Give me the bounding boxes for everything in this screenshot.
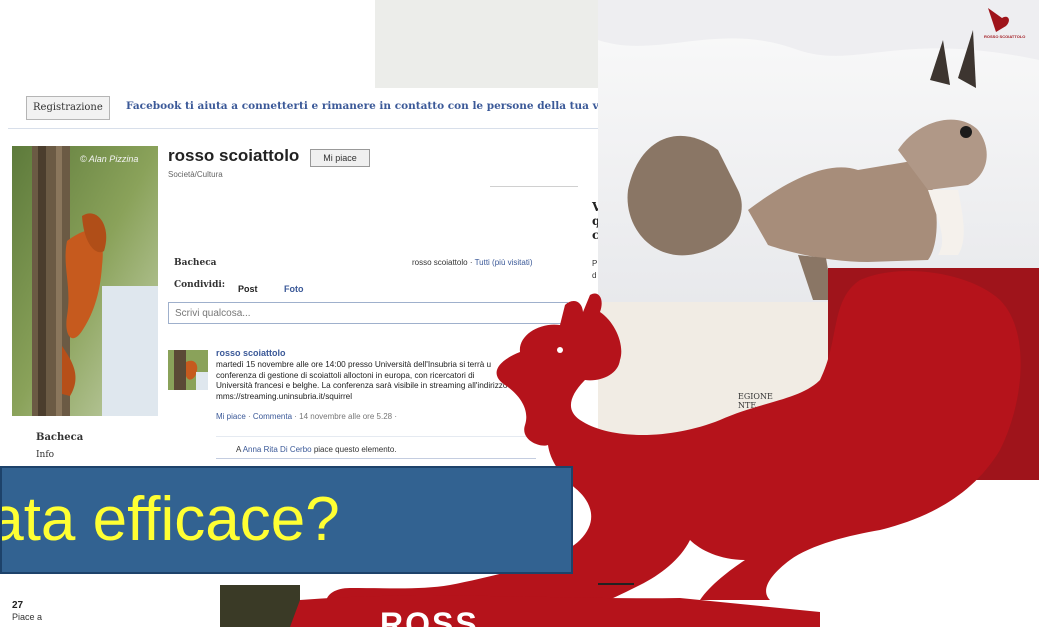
poster-regione-logo: EGIONE NTE (738, 392, 773, 410)
right-text-line1: P (592, 259, 598, 268)
post-author-avatar[interactable] (168, 350, 208, 390)
post-actions: Mi piace · Commenta · 14 novembre alle o… (216, 412, 397, 421)
divider (216, 458, 536, 459)
profile-photo[interactable] (12, 146, 158, 416)
poster-red-box (828, 268, 1039, 480)
page-category: Società/Cultura (168, 170, 223, 179)
poster-logo-text: ROSSO SCOIATTOLO (984, 34, 1026, 39)
divider (490, 186, 578, 187)
likes-label: Piace a (12, 612, 43, 622)
photo-thumbnail (220, 585, 300, 627)
filter-page-name: rosso scoiattolo (412, 258, 468, 267)
poster-subtitle-2: ndamentale da dife (866, 392, 935, 401)
post-comment-link[interactable]: Commenta (253, 412, 292, 421)
wall-filter: rosso scoiattolo · Tutti (più visitati) (412, 258, 533, 267)
title-banner: tata efficace? (0, 466, 573, 574)
share-label: Condividi: (174, 280, 226, 290)
poster-subtitle-1: la biodiv (866, 380, 896, 389)
post-text: martedì 15 novembre alle ore 14:00 press… (216, 360, 508, 401)
ribbon-text: ROSS (380, 606, 479, 642)
post-date: 14 novembre alle ore 5.28 (299, 412, 393, 421)
likes-prefix: A (236, 445, 243, 454)
page-title[interactable]: rosso scoiattolo (168, 146, 299, 166)
photo-credit: © Alan Pizzina (80, 154, 139, 164)
facebook-tagline: Facebook ti aiuta a connetterti e rimane… (126, 100, 619, 112)
liker-link[interactable]: Anna Rita Di Cerbo (243, 445, 312, 454)
sidebar-item-info[interactable]: Info (36, 450, 54, 460)
banner-title: tata efficace? (0, 485, 340, 554)
right-column-text: Pd (592, 258, 597, 282)
likes-count: 27 (12, 600, 24, 611)
squirrel-poster: L R la biodiv ndamentale da dife salvagu… (598, 0, 1039, 480)
tab-post[interactable]: Post (238, 284, 258, 294)
likes-summary: A Anna Rita Di Cerbo piace questo elemen… (236, 445, 397, 454)
sidebar-item-wall[interactable]: Bacheca (36, 432, 83, 443)
right-text-line2: d (592, 271, 597, 280)
post-like-link[interactable]: Mi piace (216, 412, 246, 421)
divider (598, 583, 634, 585)
header-gray-area (375, 0, 605, 88)
like-page-button[interactable]: Mi piace (310, 149, 370, 167)
likes-suffix: piace questo elemento. (311, 445, 397, 454)
tab-photo[interactable]: Foto (284, 284, 304, 294)
register-button[interactable]: Registrazione (26, 96, 110, 120)
write-something-input[interactable]: Scrivi qualcosa... (168, 302, 568, 324)
filter-all-link[interactable]: Tutti (più visitati) (475, 258, 533, 267)
wall-heading: Bacheca (174, 258, 217, 268)
filter-separator: · (467, 258, 475, 267)
post-author[interactable]: rosso scoiattolo (216, 348, 286, 358)
poster-title: L R (860, 282, 882, 296)
poster-subtitle-3: salvaguardare (866, 404, 917, 413)
